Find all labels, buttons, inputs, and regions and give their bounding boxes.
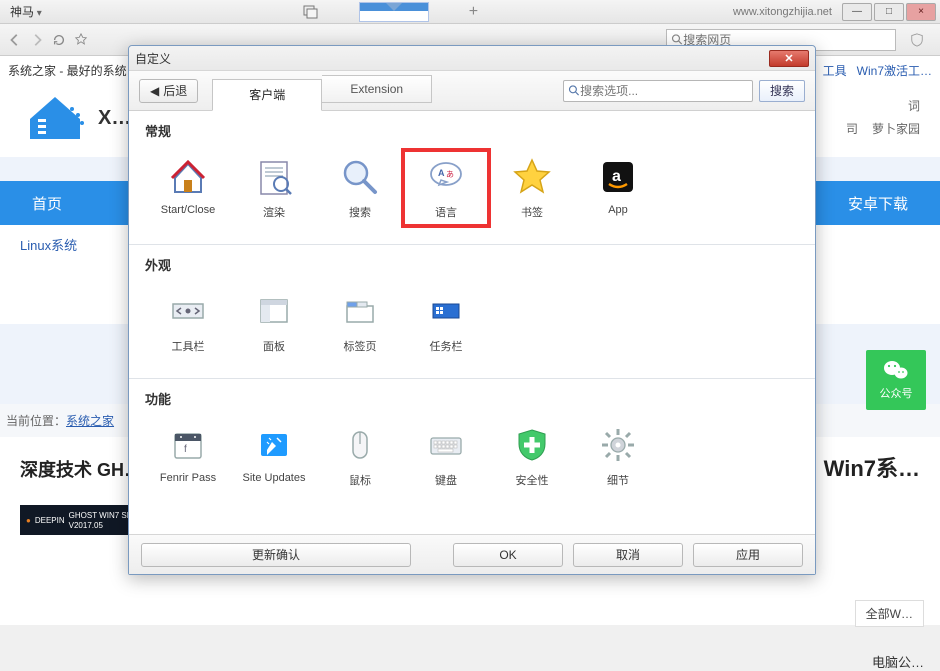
tab-extension[interactable]: Extension: [322, 75, 432, 103]
shield-icon[interactable]: [908, 31, 926, 49]
item-keyboard[interactable]: 键盘: [403, 418, 489, 494]
item-tab-page[interactable]: 标签页: [317, 284, 403, 360]
item-taskbar[interactable]: 任务栏: [403, 284, 489, 360]
options-search-button[interactable]: 搜索: [759, 80, 805, 102]
apply-button[interactable]: 应用: [693, 543, 803, 567]
home-icon: [167, 156, 209, 198]
dialog-toolbar: ◀后退 客户端 Extension 搜索: [129, 71, 815, 111]
bookmark-star-icon[interactable]: [72, 31, 90, 49]
item-panel[interactable]: 面板: [231, 284, 317, 360]
dialog-footer: 更新确认 OK 取消 应用: [129, 534, 815, 574]
ok-button[interactable]: OK: [453, 543, 563, 567]
amazon-app-icon: a: [597, 156, 639, 198]
taskbar-icon: [425, 290, 467, 332]
pc-company-link[interactable]: 电脑公…: [872, 652, 924, 671]
article-title: 深度技术 GH…: [20, 456, 142, 482]
cancel-button[interactable]: 取消: [573, 543, 683, 567]
forward-icon[interactable]: [28, 31, 46, 49]
panel-icon: [253, 290, 295, 332]
main-menu-button[interactable]: 神马: [4, 1, 48, 22]
dialog-body: 常规 Start/Close 渲染 搜索 Aあ 语言: [129, 111, 815, 534]
url-display: www.xitongzhijia.net: [733, 6, 832, 18]
language-icon: Aあ: [425, 156, 467, 198]
mouse-icon: [339, 424, 381, 466]
nav-home[interactable]: 首页: [20, 193, 74, 214]
keyboard-icon: [425, 424, 467, 466]
tab-strip: +: [48, 2, 733, 22]
svg-text:A: A: [438, 168, 445, 178]
new-tab-button[interactable]: +: [469, 3, 478, 21]
nav-linux[interactable]: Linux系统: [20, 238, 77, 253]
nav-android-download[interactable]: 安卓下载: [836, 193, 920, 214]
item-app[interactable]: a App: [575, 150, 661, 226]
dialog-back-button[interactable]: ◀后退: [139, 79, 198, 103]
svg-text:あ: あ: [446, 170, 454, 179]
minimize-button[interactable]: —: [842, 3, 872, 21]
reload-icon[interactable]: [50, 31, 68, 49]
wechat-icon: [883, 359, 909, 381]
section-general: 常规 Start/Close 渲染 搜索 Aあ 语言: [129, 111, 815, 245]
customize-dialog: 自定义 ✕ ◀后退 客户端 Extension 搜索 常规 Start/Clos…: [128, 45, 816, 575]
item-render[interactable]: 渲染: [231, 150, 317, 226]
back-icon[interactable]: [6, 31, 24, 49]
shield-plus-icon: [511, 424, 553, 466]
item-site-updates[interactable]: Site Updates: [231, 418, 317, 494]
link-win7-activate[interactable]: Win7激活工…: [857, 64, 932, 78]
site-updates-icon: [253, 424, 295, 466]
window-controls: — □ ×: [840, 3, 936, 21]
item-fenrir-pass[interactable]: f Fenrir Pass: [145, 418, 231, 494]
item-details[interactable]: 细节: [575, 418, 661, 494]
dialog-title: 自定义: [135, 50, 171, 67]
item-search[interactable]: 搜索: [317, 150, 403, 226]
item-start-close[interactable]: Start/Close: [145, 150, 231, 226]
item-mouse[interactable]: 鼠标: [317, 418, 403, 494]
tab-client[interactable]: 客户端: [212, 79, 322, 111]
star-icon: [511, 156, 553, 198]
win7-heading: Win7系…: [824, 451, 920, 483]
item-security[interactable]: 安全性: [489, 418, 575, 494]
active-tab-thumbnail[interactable]: [359, 2, 429, 22]
dialog-titlebar[interactable]: 自定义 ✕: [129, 46, 815, 71]
all-button[interactable]: 全部W…: [855, 600, 924, 627]
search-icon: [568, 84, 580, 97]
tabs-icon: [339, 290, 381, 332]
window-titlebar: 神马 + www.xitongzhijia.net — □ ×: [0, 0, 940, 24]
gear-icon: [597, 424, 639, 466]
close-window-button[interactable]: ×: [906, 3, 936, 21]
header-right-links: 词 司萝卜家园: [832, 95, 920, 141]
toolbar-icon: [167, 290, 209, 332]
svg-text:a: a: [612, 168, 621, 185]
section-features: 功能 f Fenrir Pass Site Updates 鼠标 键盘: [129, 379, 815, 512]
tab-overview-icon[interactable]: [303, 4, 319, 20]
reset-updates-button[interactable]: 更新确认: [141, 543, 411, 567]
link-tools[interactable]: 工具: [823, 64, 847, 78]
dialog-close-button[interactable]: ✕: [769, 50, 809, 67]
maximize-button[interactable]: □: [874, 3, 904, 21]
item-toolbar[interactable]: 工具栏: [145, 284, 231, 360]
wechat-follow-button[interactable]: 公众号: [866, 350, 926, 410]
item-bookmarks[interactable]: 书签: [489, 150, 575, 226]
magnifier-icon: [339, 156, 381, 198]
options-search-input[interactable]: [580, 84, 748, 98]
calendar-icon: f: [167, 424, 209, 466]
section-appearance: 外观 工具栏 面板 标签页 任务栏: [129, 245, 815, 379]
options-search-box[interactable]: [563, 80, 753, 102]
site-logo[interactable]: X…: [20, 89, 131, 147]
item-language[interactable]: Aあ 语言: [403, 150, 489, 226]
render-icon: [253, 156, 295, 198]
dialog-tabs: 客户端 Extension: [212, 75, 432, 107]
svg-text:f: f: [184, 444, 187, 455]
